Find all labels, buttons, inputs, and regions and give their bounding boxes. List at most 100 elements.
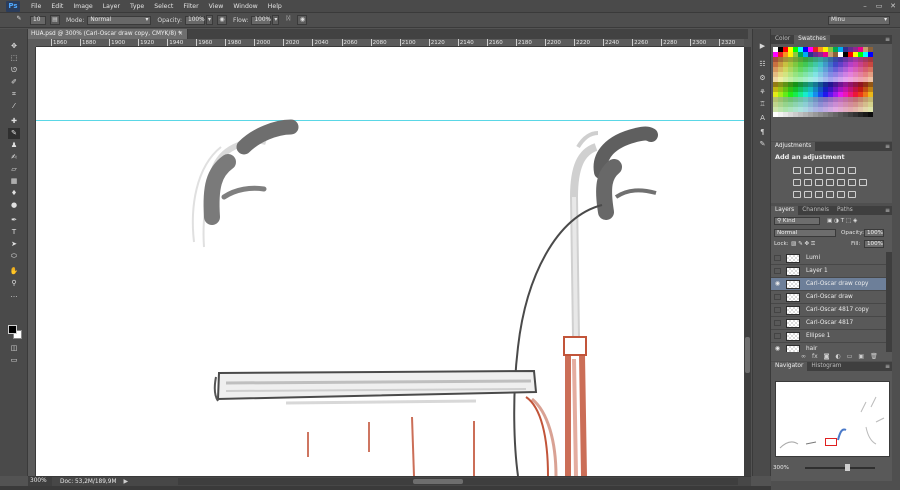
panel-menu-icon[interactable]: ≡ xyxy=(885,206,890,215)
lock-icons[interactable]: ▨ ✎ ✥ ⚿ xyxy=(791,240,815,248)
ruler-origin[interactable] xyxy=(28,39,36,47)
selective-color-icon[interactable] xyxy=(826,191,834,198)
horizontal-scrollbar[interactable] xyxy=(178,478,738,485)
layers-scrollbar[interactable] xyxy=(886,252,892,352)
photo-filter-icon[interactable] xyxy=(826,179,834,186)
opacity-input[interactable]: 100% xyxy=(185,15,206,25)
navigator-preview[interactable] xyxy=(775,381,890,457)
brush-tool-icon[interactable]: ✎ xyxy=(8,128,20,139)
color-lookup-icon[interactable] xyxy=(848,179,856,186)
tab-navigator[interactable]: Navigator xyxy=(771,362,808,371)
maximize-button[interactable]: ▭ xyxy=(872,0,886,13)
dodge-tool-icon[interactable]: ● xyxy=(8,200,20,211)
layer-filter-select[interactable]: ⚲ Kind xyxy=(774,217,820,225)
vertical-scrollbar[interactable] xyxy=(744,47,751,476)
flow-input[interactable]: 100% xyxy=(251,15,272,25)
invert-icon[interactable] xyxy=(793,191,801,198)
grid-icon[interactable] xyxy=(859,179,867,186)
flow-dropdown-icon[interactable]: ▾ xyxy=(272,15,280,25)
tab-channels[interactable]: Channels xyxy=(798,206,833,215)
navigator-view-rect[interactable] xyxy=(825,438,837,446)
filter-icons[interactable]: ▣ ◑ T ⬚ ◈ xyxy=(827,217,857,225)
zoom-field[interactable]: 300% xyxy=(28,477,52,486)
tab-swatches[interactable]: Swatches xyxy=(794,35,830,44)
tab-paths[interactable]: Paths xyxy=(833,206,857,215)
horizontal-ruler[interactable]: 1860 1880 1900 1920 1940 1960 1980 2000 2020 2040… xyxy=(36,39,744,47)
hue-saturation-icon[interactable] xyxy=(793,179,801,186)
character-icon[interactable]: A xyxy=(757,113,768,123)
vibrance-icon[interactable] xyxy=(837,167,845,174)
folder-icon[interactable]: ▭ xyxy=(847,353,853,360)
hand-tool-icon[interactable]: ✋ xyxy=(8,266,20,277)
healing-tool-icon[interactable]: ✚ xyxy=(8,116,20,127)
minimize-button[interactable]: – xyxy=(858,0,872,13)
fx-icon[interactable]: fx xyxy=(812,353,818,360)
crop-tool-icon[interactable]: ⌗ xyxy=(8,89,20,100)
shape-tool-icon[interactable]: ⬭ xyxy=(8,251,20,262)
quick-mask-icon[interactable]: ◫ xyxy=(8,343,20,354)
menu-image[interactable]: Image xyxy=(68,0,97,13)
mode-select[interactable]: Normal ▾ xyxy=(87,15,152,25)
pressure-opacity-icon[interactable]: ◉ xyxy=(217,15,228,25)
pressure-size-icon[interactable]: ◉ xyxy=(297,15,308,25)
close-icon[interactable]: × xyxy=(178,29,183,39)
color-balance-icon[interactable] xyxy=(804,179,812,186)
layer-row[interactable]: Lumi xyxy=(771,252,890,265)
path-select-tool-icon[interactable]: ➤ xyxy=(8,239,20,250)
menu-file[interactable]: File xyxy=(26,0,46,13)
workspace-select[interactable]: Minu ▾ xyxy=(828,16,890,25)
tab-layers[interactable]: Layers xyxy=(771,206,799,215)
gradient-tool-icon[interactable]: ▦ xyxy=(8,176,20,187)
layer-row[interactable]: ◉ Carl-Oscar draw copy xyxy=(771,278,890,291)
zoom-tool-icon[interactable]: ⚲ xyxy=(8,278,20,289)
clone-source-icon[interactable]: ♖ xyxy=(757,99,768,109)
eyedropper-tool-icon[interactable]: ⁄ xyxy=(8,101,20,112)
posterize-icon[interactable] xyxy=(804,191,812,198)
actions-icon[interactable]: ⚙ xyxy=(757,73,768,83)
menu-select[interactable]: Select xyxy=(149,0,178,13)
play-icon[interactable]: ▶ xyxy=(757,41,768,51)
airbrush-icon[interactable]: ᛞ xyxy=(283,15,293,25)
layer-row[interactable]: ◉ hair xyxy=(771,343,890,352)
layer-row[interactable]: Carl-Oscar draw xyxy=(771,291,890,304)
curves-icon[interactable] xyxy=(815,167,823,174)
horizontal-scroll-thumb[interactable] xyxy=(413,479,463,484)
tab-histogram[interactable]: Histogram xyxy=(807,362,845,371)
extra-tools-icon[interactable]: … xyxy=(8,290,20,301)
exposure-icon[interactable] xyxy=(826,167,834,174)
threshold-icon[interactable] xyxy=(815,191,823,198)
trash-icon[interactable]: 🗑 xyxy=(870,353,878,360)
history-brush-tool-icon[interactable]: ✍ xyxy=(8,152,20,163)
brush-presets-icon[interactable]: ⚘ xyxy=(757,87,768,97)
new-layer-icon[interactable]: ▣ xyxy=(858,353,864,360)
gradient-map-icon[interactable] xyxy=(837,191,845,198)
gradient-icon[interactable] xyxy=(848,167,856,174)
fill-input[interactable]: 100% xyxy=(864,240,884,248)
menu-edit[interactable]: Edit xyxy=(46,0,68,13)
menu-filter[interactable]: Filter xyxy=(178,0,203,13)
paragraph-icon[interactable]: ¶ xyxy=(757,127,768,137)
black-white-icon[interactable] xyxy=(815,179,823,186)
eye-icon[interactable] xyxy=(774,294,781,300)
move-tool-icon[interactable]: ✥ xyxy=(8,41,20,52)
panel-menu-icon[interactable]: ≡ xyxy=(885,362,890,371)
swatch-grid[interactable] xyxy=(773,47,873,127)
menu-layer[interactable]: Layer xyxy=(98,0,125,13)
swatch[interactable] xyxy=(868,122,873,127)
layer-row[interactable]: Layer 1 xyxy=(771,265,890,278)
layer-row[interactable]: Ellipse 1 xyxy=(771,330,890,343)
brush-size-picker[interactable]: 10 xyxy=(30,15,46,25)
clone-stamp-tool-icon[interactable]: ♟ xyxy=(8,140,20,151)
eye-icon[interactable]: ◉ xyxy=(774,281,781,287)
eye-icon[interactable] xyxy=(774,320,781,326)
tab-color[interactable]: Color xyxy=(771,35,794,44)
history-icon[interactable]: ☷ xyxy=(757,59,768,69)
pen-tool-icon[interactable]: ✒ xyxy=(8,215,20,226)
tool-presets-icon[interactable]: ✎ xyxy=(757,139,768,149)
foreground-color-swatch[interactable] xyxy=(8,325,17,334)
status-menu-arrow-icon[interactable]: ▶ xyxy=(123,478,128,485)
layer-row[interactable]: Carl-Oscar 4817 xyxy=(771,317,890,330)
navigator-zoom-slider[interactable] xyxy=(805,464,875,471)
layer-row[interactable]: Carl-Oscar 4817 copy xyxy=(771,304,890,317)
brightness-icon[interactable] xyxy=(793,167,801,174)
